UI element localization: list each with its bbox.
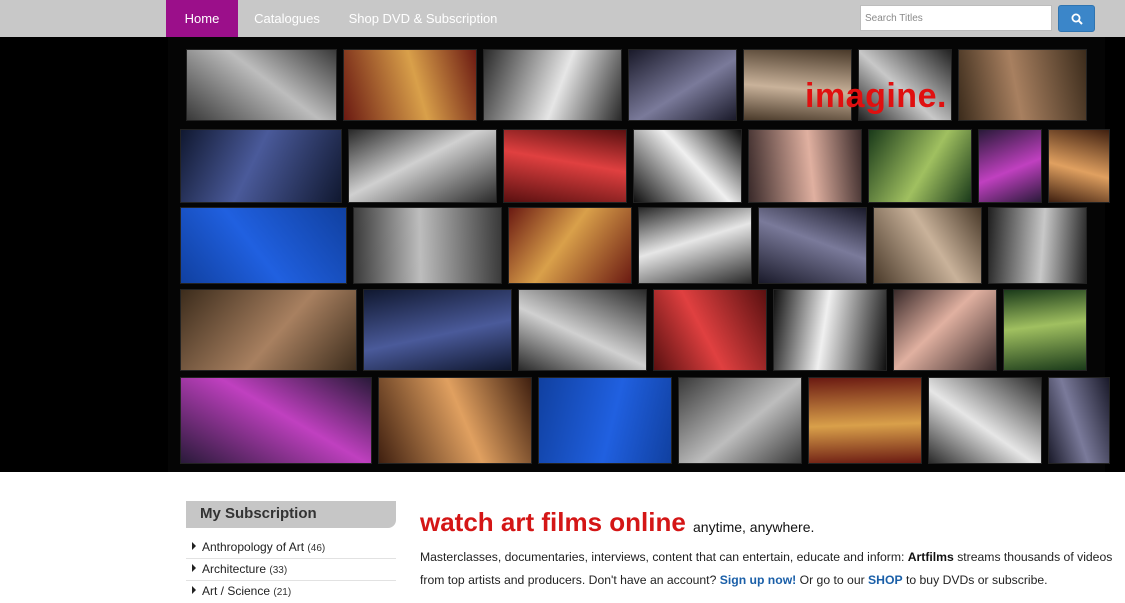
film-mosaic xyxy=(168,37,1110,472)
caret-right-icon xyxy=(192,542,196,550)
film-thumbnail xyxy=(633,129,742,203)
brand-name: Artfilms xyxy=(907,550,954,564)
intro-text: streams thousands of videos xyxy=(953,550,1113,564)
magnifier-icon xyxy=(1071,13,1083,25)
shop-link[interactable]: SHOP xyxy=(868,573,903,587)
film-thumbnail xyxy=(483,49,622,121)
intro-line-2: from top artists and producers. Don't ha… xyxy=(420,573,1110,587)
search-input[interactable] xyxy=(860,5,1052,31)
film-thumbnail xyxy=(893,289,997,371)
film-thumbnail xyxy=(988,207,1087,284)
caret-right-icon xyxy=(192,586,196,594)
category-anthropology-of-art[interactable]: Anthropology of Art (46) xyxy=(186,537,396,559)
nav-catalogues[interactable]: Catalogues xyxy=(246,0,328,37)
search-button[interactable] xyxy=(1058,5,1095,32)
category-name: Anthropology of Art xyxy=(202,540,305,554)
top-navbar: Home Catalogues Shop DVD & Subscription xyxy=(0,0,1125,37)
film-thumbnail xyxy=(873,207,982,284)
film-thumbnail xyxy=(180,289,357,371)
film-thumbnail xyxy=(180,377,372,464)
category-name: Architecture xyxy=(202,562,267,576)
sidebar-title: My Subscription xyxy=(200,505,317,522)
sign-up-link[interactable]: Sign up now! xyxy=(720,573,797,587)
film-thumbnail xyxy=(628,49,737,121)
category-name: Art / Science xyxy=(202,584,271,598)
intro-text: Or go to our xyxy=(796,573,869,587)
film-thumbnail xyxy=(378,377,532,464)
film-thumbnail xyxy=(868,129,972,203)
hero-banner: imagine. xyxy=(0,37,1125,472)
film-thumbnail xyxy=(343,49,477,121)
film-thumbnail xyxy=(538,377,672,464)
film-thumbnail xyxy=(748,129,862,203)
sidebar-heading: My Subscription xyxy=(186,501,396,528)
film-thumbnail xyxy=(348,129,497,203)
film-thumbnail xyxy=(958,49,1087,121)
film-thumbnail xyxy=(363,289,512,371)
category-count: (21) xyxy=(273,587,292,598)
hero-headline: imagine. xyxy=(805,77,947,115)
film-thumbnail xyxy=(180,129,342,203)
film-thumbnail xyxy=(678,377,802,464)
intro-text: from top artists and producers. Don't ha… xyxy=(420,573,720,587)
category-count: (46) xyxy=(307,543,326,554)
intro-line-1: Masterclasses, documentaries, interviews… xyxy=(420,550,1113,564)
caret-right-icon xyxy=(192,564,196,572)
film-thumbnail xyxy=(508,207,632,284)
film-thumbnail xyxy=(808,377,922,464)
film-thumbnail xyxy=(353,207,502,284)
film-thumbnail xyxy=(638,207,752,284)
film-thumbnail xyxy=(1003,289,1087,371)
nav-shop-dvd-subscription[interactable]: Shop DVD & Subscription xyxy=(348,0,498,37)
film-thumbnail xyxy=(653,289,767,371)
intro-text: to buy DVDs or subscribe. xyxy=(902,573,1048,587)
intro-text: Masterclasses, documentaries, interviews… xyxy=(420,550,908,564)
category-architecture[interactable]: Architecture (33) xyxy=(186,559,396,581)
film-thumbnail xyxy=(928,377,1042,464)
film-thumbnail xyxy=(503,129,627,203)
film-thumbnail xyxy=(758,207,867,284)
film-thumbnail xyxy=(180,207,347,284)
main-tagline: anytime, anywhere. xyxy=(693,519,815,535)
film-thumbnail xyxy=(186,49,337,121)
film-thumbnail xyxy=(1048,377,1110,464)
main-title: watch art films online xyxy=(420,507,686,537)
film-thumbnail xyxy=(773,289,887,371)
film-thumbnail xyxy=(978,129,1042,203)
category-count: (33) xyxy=(269,565,288,576)
film-thumbnail xyxy=(518,289,647,371)
nav-home[interactable]: Home xyxy=(166,0,238,37)
film-thumbnail xyxy=(1048,129,1110,203)
